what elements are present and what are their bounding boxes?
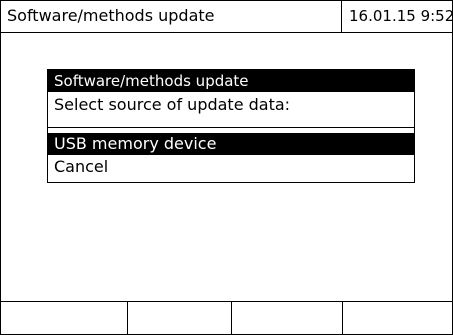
update-source-dialog: Software/methods update Select source of… (47, 69, 415, 183)
dialog-separator (48, 127, 414, 128)
option-usb-memory-device[interactable]: USB memory device (48, 133, 414, 155)
date-time: 16.01.15 9:52 (349, 7, 453, 25)
softkey-3[interactable] (232, 302, 343, 335)
dialog-prompt: Select source of update data: (54, 95, 291, 114)
softkey-4[interactable] (343, 302, 452, 335)
option-cancel[interactable]: Cancel (48, 156, 414, 178)
header-divider (341, 1, 342, 32)
device-screen: Software/methods update 16.01.15 9:52 So… (0, 0, 453, 335)
softkey-bar (1, 301, 452, 335)
softkey-2[interactable] (128, 302, 232, 335)
dialog-title: Software/methods update (48, 70, 414, 92)
header-bar: Software/methods update 16.01.15 9:52 (1, 0, 453, 33)
softkey-1[interactable] (1, 302, 128, 335)
page-title: Software/methods update (7, 6, 215, 25)
